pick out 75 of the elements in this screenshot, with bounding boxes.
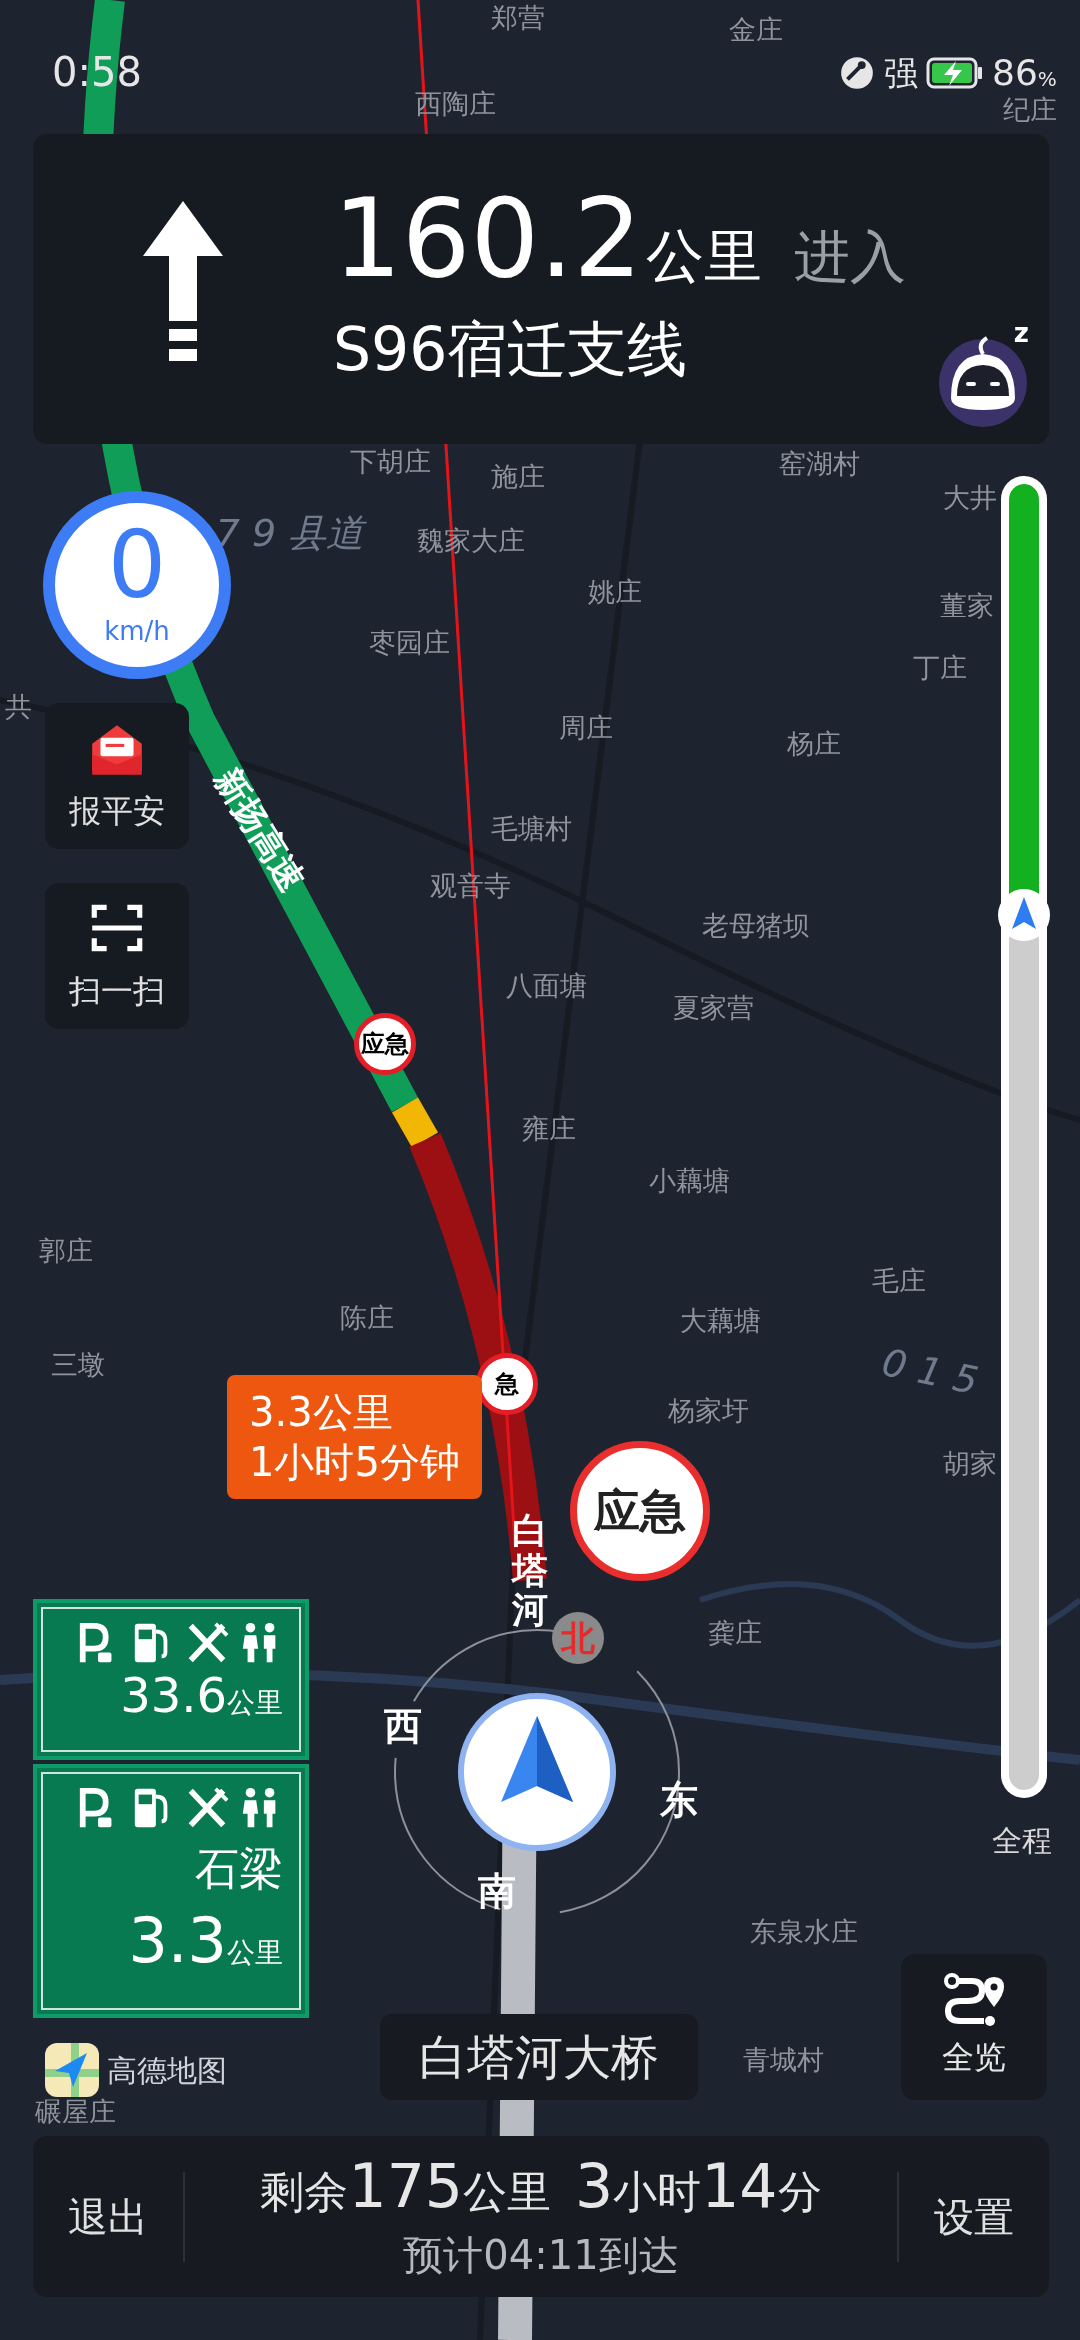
scan-button[interactable]: 扫一扫 (45, 883, 189, 1029)
route-icon (942, 1973, 1006, 2029)
place-label: 周庄 (559, 710, 613, 745)
speed-unit: km/h (104, 614, 170, 648)
place-label: 郭庄 (39, 1233, 93, 1268)
safety-button[interactable]: 报平安 (45, 703, 189, 849)
place-label: 董家 (940, 588, 994, 623)
place-label: 毛塘村 (490, 811, 572, 846)
overview-button[interactable]: 全览 (901, 1954, 1047, 2100)
remaining-distance: 公里 (463, 2164, 551, 2219)
place-label: 龚庄 (708, 1615, 762, 1650)
place-label: 夏家营 (672, 990, 754, 1025)
arrival-time: 预计04:11到达 (403, 2230, 679, 2280)
remaining-distance: 剩余 (260, 2164, 349, 2219)
place-label: 大藕塘 (679, 1303, 761, 1338)
remaining-time: 3 (575, 2149, 614, 2223)
service-area-distance: 33.6 (120, 1671, 227, 1719)
place-label: 共 (4, 689, 32, 724)
road-label: 7 9 县道 (215, 509, 365, 557)
road-name: S96宿迁支线 (333, 312, 689, 386)
remaining-time: 小时 (613, 2165, 702, 2219)
compass-direction: 东 (660, 1776, 698, 1824)
service-area-distance: 3.3 (128, 1910, 227, 1972)
signal-label: 强 (884, 51, 918, 95)
distance-unit: 公里 (227, 1686, 283, 1721)
route-progress-label: 全程 (992, 1822, 1052, 1860)
traffic-duration: 1小时5分钟 (249, 1438, 460, 1487)
place-label: 三墩 (51, 1347, 105, 1382)
service-area-name: 石梁 (195, 1842, 283, 1896)
place-label: 胡家 (943, 1446, 997, 1481)
settings-button[interactable]: 设置 (899, 2136, 1049, 2297)
current-road-name: 白塔河大桥 (380, 2014, 698, 2100)
place-label: 杨家圩 (667, 1393, 749, 1428)
place-label: 八面塘 (505, 968, 587, 1003)
place-label: 窑湖村 (778, 446, 860, 481)
road-label: 0 1 5 (877, 1338, 983, 1406)
emergency-bubble: 应急 (570, 1441, 710, 1581)
road-label: 新扬高速 (206, 760, 315, 900)
emergency-marker: 应急 (354, 1013, 416, 1075)
distance-value: 160.2 (333, 184, 643, 293)
remaining-time: 分 (777, 2164, 822, 2219)
place-label: 枣园庄 (368, 625, 450, 660)
place-label: 雍庄 (522, 1111, 576, 1146)
road-label: 白塔河 (512, 1510, 548, 1630)
place-label: 丁庄 (913, 650, 967, 685)
compass-direction: 西 (384, 1702, 422, 1750)
remaining-distance: 175 (348, 2149, 463, 2223)
place-label: 陈庄 (340, 1300, 394, 1335)
distance-unit: 公里 (227, 1935, 283, 1971)
place-label: 下胡庄 (349, 444, 431, 479)
brand-name: 高德地图 (107, 2051, 227, 2090)
place-label: 东泉水庄 (750, 1914, 858, 1949)
place-label: 纪庄 (1003, 92, 1057, 127)
action-label: 进入 (794, 222, 907, 291)
exit-button[interactable]: 退出 (33, 2136, 183, 2297)
map-logo-icon (45, 2043, 99, 2097)
place-label: 杨庄 (787, 726, 841, 761)
sleep-label: z (1013, 317, 1029, 350)
place-label: 碾屋庄 (34, 2094, 116, 2129)
place-label: 青城村 (742, 2042, 824, 2077)
speed-value: 0 (107, 519, 167, 612)
traffic-distance: 3.3公里 (249, 1388, 394, 1437)
place-label: 小藕塘 (648, 1163, 730, 1198)
distance-unit: 公里 (646, 220, 763, 292)
place-label: 老母猪坝 (702, 908, 810, 943)
remaining-time: 14 (701, 2149, 778, 2223)
place-label: 金庄 (729, 12, 783, 47)
battery-percent-sign: % (1037, 66, 1057, 93)
battery-percent: 86 (992, 51, 1038, 95)
place-label: 姚庄 (588, 574, 642, 609)
place-label: 大井 (943, 480, 997, 515)
place-label: 施庄 (491, 459, 545, 494)
place-label: 郑营 (491, 0, 545, 35)
north-indicator: 北 (552, 1612, 604, 1664)
place-label: 毛庄 (872, 1263, 926, 1298)
